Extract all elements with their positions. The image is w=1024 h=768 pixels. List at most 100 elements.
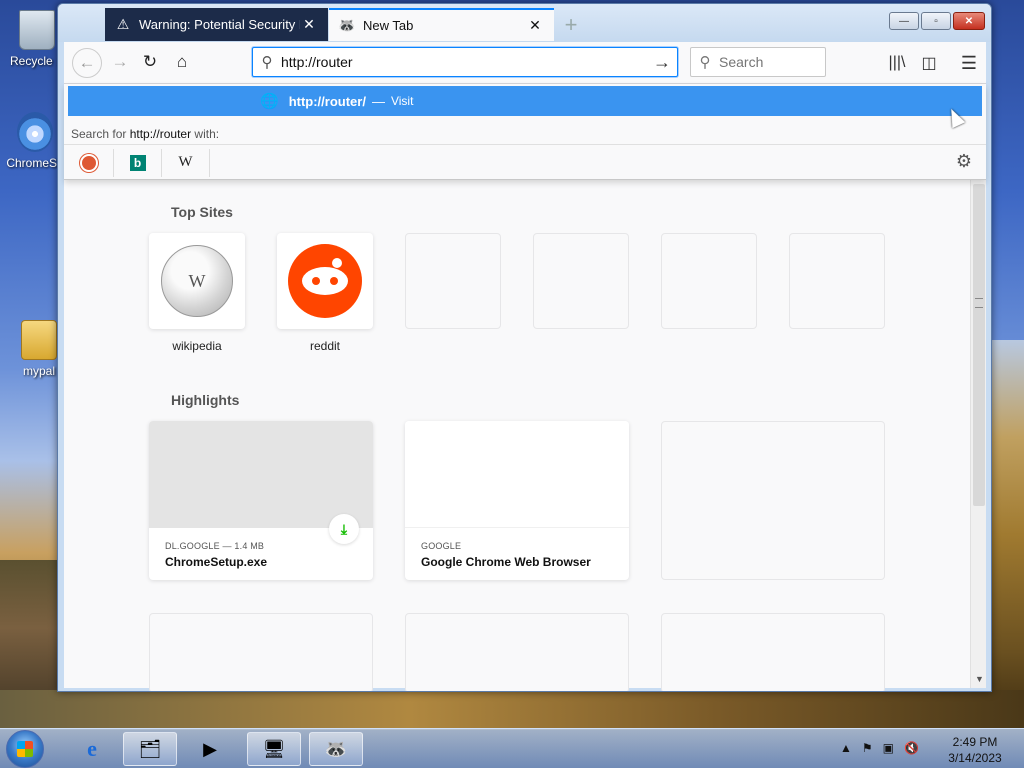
search-icon: ⚲ [261,54,273,71]
taskbar-internet-explorer[interactable]: e [65,732,119,766]
highlight-empty [149,613,373,691]
top-site-empty[interactable] [533,233,629,329]
reddit-antenna [332,258,342,268]
search-icon: ⚲ [699,54,711,71]
search-for-query: http://router [129,127,192,141]
tab-security-warning[interactable]: ⚠ Warning: Potential Security Ris ✕ [105,8,328,41]
engine-wikipedia[interactable]: W [162,148,210,177]
minimize-button[interactable]: — [889,12,919,30]
desktop-background-field [990,340,1024,730]
home-icon: ⌂ [176,52,188,71]
top-site-empty[interactable] [405,233,501,329]
tab-label: Warning: Potential Security Ris [139,17,300,32]
search-for-label: Search for http://router with: [71,127,219,141]
wikipedia-icon: W [178,154,193,170]
highlight-empty [661,421,885,580]
taskbar-media-player[interactable]: ▶ [183,732,237,766]
highlight-meta: GOOGLE [421,541,462,551]
engine-bing[interactable]: b [114,148,162,177]
search-for-prefix: Search for [71,127,127,141]
volume-muted-icon[interactable]: 🔇 [904,741,919,755]
top-site-reddit[interactable] [277,233,373,329]
highlight-card[interactable]: ⤓ DL.GOOGLE — 1.4 MB ChromeSetup.exe [149,421,373,580]
taskbar-control-panel[interactable]: 🖥 [247,732,301,766]
reload-icon: ↻ [142,52,158,71]
folder-icon [21,320,57,360]
gear-icon[interactable]: ⚙ [956,151,972,172]
network-icon[interactable]: ▣ [883,741,894,755]
reddit-logo-icon [288,244,362,318]
start-button[interactable] [6,730,44,768]
close-tab-icon[interactable]: ✕ [526,17,544,35]
flag-icon[interactable]: ⚑ [862,741,873,755]
warning-icon: ⚠ [116,16,130,32]
highlight-thumbnail [149,421,373,528]
tab-new-tab[interactable]: 🦝 New Tab ✕ [329,8,554,41]
folder-icon: 🗂 [138,738,162,759]
highlight-card[interactable]: ◷ GOOGLE Google Chrome Web Browser [405,421,629,580]
navigation-toolbar: ← → ↻ ⌂ ⚲ → ⚲ |||\ ◫ ☰ [64,42,986,84]
scrollbar-thumb[interactable] [973,184,985,506]
download-icon: ⤓ [329,514,359,544]
recycle-bin-icon [19,10,55,50]
taskbar-mypal-browser[interactable]: 🦝 [309,732,363,766]
highlight-empty [405,613,629,691]
autocomplete-suggestion[interactable]: 🌐 http://router/ — Visit [68,86,982,116]
tab-label: New Tab [363,18,414,33]
top-site-label: reddit [309,339,341,353]
top-site-empty[interactable] [661,233,757,329]
wikipedia-logo-icon: W [161,245,233,317]
search-input[interactable] [719,54,825,70]
top-site-empty[interactable] [789,233,885,329]
tab-strip: ⚠ Warning: Potential Security Ris ✕ 🦝 Ne… [58,4,991,42]
home-button[interactable]: ⌂ [168,48,196,76]
sidebar-button[interactable]: ◫ [916,50,942,76]
suggestion-url: http://router/ [288,93,366,109]
url-autocomplete-popup: 🌐 http://router/ — Visit Search for http… [64,84,986,180]
back-button[interactable]: ← [72,48,102,78]
hamburger-menu-icon: ☰ [960,52,978,73]
show-hidden-icons-icon[interactable]: ▲ [840,741,852,755]
taskbar-file-explorer[interactable]: 🗂 [123,732,177,766]
menu-button[interactable]: ☰ [956,50,982,76]
search-bar[interactable]: ⚲ [690,47,826,77]
desktop-background-ground [0,690,1024,730]
close-window-button[interactable]: ✕ [953,12,985,30]
suggestion-action: Visit [390,94,414,108]
forward-button[interactable]: → [106,48,134,76]
search-for-suffix: with: [194,127,220,141]
library-icon: |||\ [888,54,906,71]
maximize-button[interactable]: ▫ [921,12,951,30]
go-arrow-icon[interactable]: → [647,52,677,73]
media-player-icon: ▶ [203,738,217,759]
engine-duckduckgo[interactable] [64,148,114,177]
mypal-icon: 🦝 [324,738,348,759]
url-input[interactable] [281,54,647,70]
sidebar-icon: ◫ [921,55,937,72]
library-button[interactable]: |||\ [884,50,910,76]
reddit-face [302,267,348,295]
back-arrow-icon: ← [78,53,96,72]
scroll-down-arrow-icon[interactable]: ▼ [975,674,984,684]
mypal-icon: 🦝 [338,17,356,33]
forward-arrow-icon: → [111,52,129,71]
duckduckgo-icon [79,153,98,172]
taskbar-clock[interactable]: 2:49 PM 3/14/2023 [940,734,1010,766]
highlight-title: Google Chrome Web Browser [421,555,591,569]
bing-icon: b [129,154,146,171]
reload-button[interactable]: ↻ [136,48,164,76]
new-tab-button[interactable]: + [558,12,584,38]
globe-icon: 🌐 [260,93,279,110]
scrollbar-grip [975,298,983,308]
top-site-wikipedia[interactable]: W [149,233,245,329]
top-sites-heading: Top Sites [171,204,233,220]
highlight-title: ChromeSetup.exe [165,555,268,569]
browser-window: ⚠ Warning: Potential Security Ris ✕ 🦝 Ne… [57,3,992,692]
taskbar: e 🗂 ▶ 🖥 🦝 ▲ ⚑ ▣ 🔇 2:49 PM 3/14/2023 [0,728,1024,768]
system-tray: ▲ ⚑ ▣ 🔇 [840,741,919,755]
close-tab-icon[interactable]: ✕ [300,16,318,34]
url-bar[interactable]: ⚲ → [252,47,678,77]
clock-time: 2:49 PM [952,735,998,749]
highlights-heading: Highlights [171,392,240,408]
highlight-thumbnail [405,421,629,528]
